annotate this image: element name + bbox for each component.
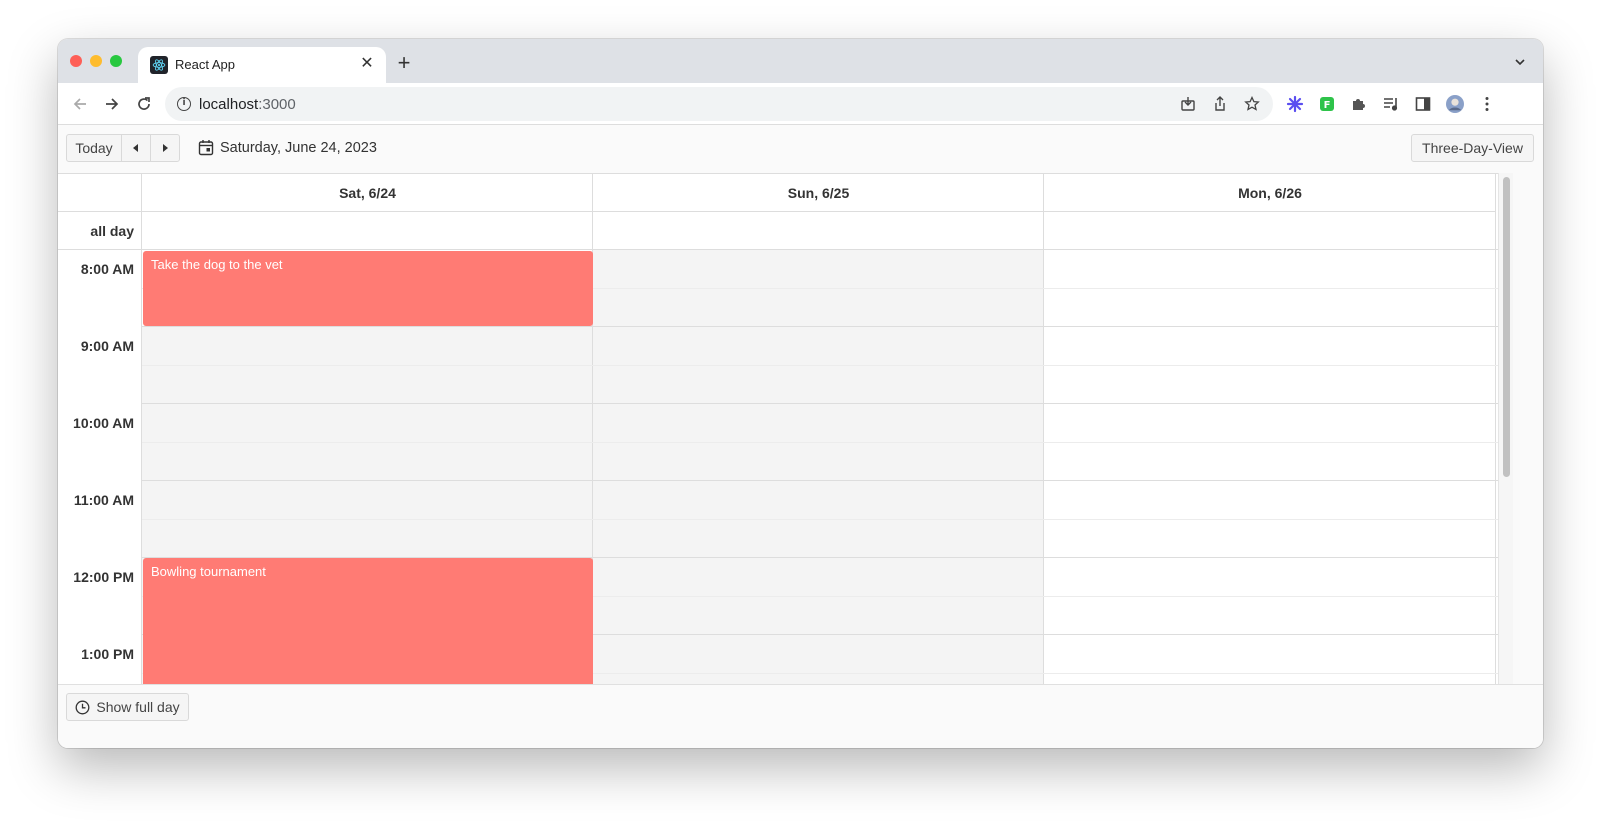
- tab-close-icon[interactable]: ✕: [358, 55, 376, 73]
- media-icon[interactable]: [1382, 95, 1400, 113]
- show-full-day-label: Show full day: [96, 699, 180, 715]
- tab-search-chevron-icon[interactable]: [1513, 55, 1527, 69]
- browser-window: React App ✕ + i localhost:3000 F Today S…: [58, 39, 1543, 748]
- new-tab-icon[interactable]: +: [394, 52, 414, 74]
- time-label-10am: 10:00 AM: [73, 415, 134, 431]
- half-hour-line: [142, 365, 1498, 366]
- calendar-icon: [198, 140, 214, 156]
- info-icon[interactable]: i: [177, 97, 191, 111]
- time-label-8am: 8:00 AM: [80, 261, 134, 277]
- current-date-text: Saturday, June 24, 2023: [220, 139, 377, 156]
- browser-toolbar: i localhost:3000 F: [58, 83, 1543, 125]
- url-text: localhost:3000: [199, 96, 296, 113]
- time-label-11am: 11:00 AM: [73, 492, 134, 508]
- day-column-sun[interactable]: [593, 174, 1044, 684]
- caret-left-icon: [133, 144, 138, 152]
- vertical-scrollbar[interactable]: [1498, 173, 1513, 684]
- side-panel-icon[interactable]: [1414, 95, 1432, 113]
- event-take-dog-to-vet[interactable]: Take the dog to the vet: [143, 251, 593, 326]
- calendar-app: Today Saturday, June 24, 2023 Three-Day-…: [58, 125, 1543, 748]
- show-full-day-button[interactable]: Show full day: [66, 693, 189, 721]
- day-header-mon[interactable]: Mon, 6/26: [1044, 174, 1496, 212]
- half-hour-line: [142, 519, 1498, 520]
- tab-strip: React App ✕ +: [58, 39, 1543, 83]
- reload-icon[interactable]: [134, 94, 154, 114]
- all-day-row[interactable]: all day: [58, 212, 1498, 250]
- puzzle-icon[interactable]: [1350, 95, 1368, 113]
- time-label-9am: 9:00 AM: [80, 338, 134, 354]
- extension-f-icon[interactable]: F: [1318, 95, 1336, 113]
- browser-tab[interactable]: React App ✕: [138, 47, 386, 83]
- install-icon[interactable]: [1179, 95, 1197, 113]
- star-icon[interactable]: [1243, 95, 1261, 113]
- header-corner: [58, 174, 142, 212]
- hour-line: [142, 326, 1498, 327]
- extension-snowflake-icon[interactable]: [1286, 95, 1304, 113]
- hour-line: [142, 480, 1498, 481]
- close-window-button[interactable]: [70, 55, 82, 67]
- calendar-grid: Sat, 6/24 Sun, 6/25 Mon, 6/26 all day 8:…: [58, 173, 1498, 684]
- prev-button[interactable]: [121, 134, 151, 162]
- time-label-12pm: 12:00 PM: [73, 569, 134, 585]
- forward-arrow-icon[interactable]: [102, 94, 122, 114]
- today-button[interactable]: Today: [66, 134, 122, 162]
- svg-text:F: F: [1324, 100, 1331, 111]
- day-header-sun[interactable]: Sun, 6/25: [593, 174, 1044, 212]
- share-icon[interactable]: [1211, 95, 1229, 113]
- time-label-1pm: 1:00 PM: [81, 646, 134, 662]
- all-day-label: all day: [90, 223, 134, 239]
- tab-title: React App: [175, 57, 235, 72]
- more-menu-icon[interactable]: [1478, 95, 1496, 113]
- clock-icon: [75, 700, 90, 714]
- date-picker-label[interactable]: Saturday, June 24, 2023: [198, 139, 377, 156]
- day-header-sat[interactable]: Sat, 6/24: [142, 174, 593, 212]
- profile-avatar[interactable]: [1446, 95, 1464, 113]
- hour-line: [142, 403, 1498, 404]
- calendar-footer: Show full day: [58, 684, 1543, 748]
- half-hour-line: [142, 442, 1498, 443]
- back-arrow-icon[interactable]: [70, 94, 90, 114]
- address-bar[interactable]: i localhost:3000: [165, 87, 1273, 121]
- day-column-mon[interactable]: [1044, 174, 1496, 684]
- scrollbar-thumb[interactable]: [1503, 177, 1510, 477]
- maximize-window-button[interactable]: [110, 55, 122, 67]
- caret-right-icon: [163, 144, 168, 152]
- minimize-window-button[interactable]: [90, 55, 102, 67]
- next-button[interactable]: [150, 134, 180, 162]
- view-selector-button[interactable]: Three-Day-View: [1411, 134, 1534, 162]
- calendar-toolbar: Today Saturday, June 24, 2023 Three-Day-…: [58, 125, 1543, 173]
- event-bowling-tournament[interactable]: Bowling tournament: [143, 558, 593, 684]
- react-favicon-icon: [150, 56, 168, 74]
